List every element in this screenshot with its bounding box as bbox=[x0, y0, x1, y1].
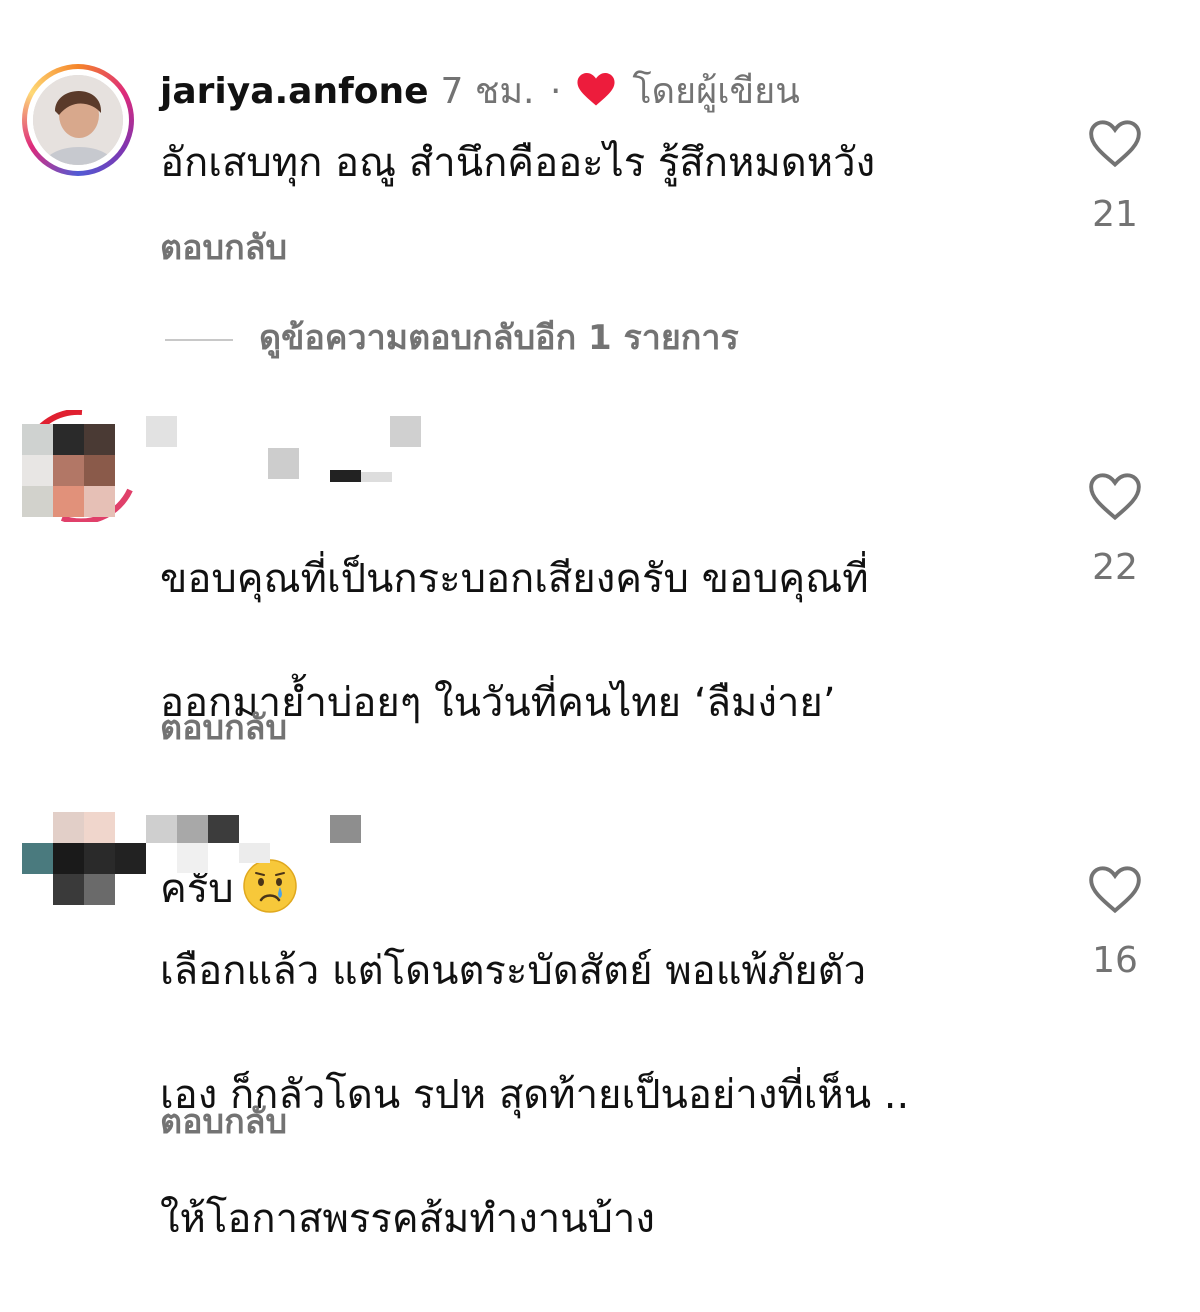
heart-outline-icon[interactable] bbox=[1080, 866, 1150, 918]
comment-text-line: เอง ก็กลัวโดน รปห สุดท้ายเป็นอย่างที่เห็… bbox=[160, 1072, 910, 1118]
comment-text-line: เลือกแล้ว แต่โดนตระบัดสัตย์ พอแพ้ภัยตัว bbox=[160, 948, 867, 994]
like-count: 16 bbox=[1092, 940, 1138, 981]
like-column: 16 bbox=[1080, 866, 1150, 981]
comment-item: เลือกแล้ว แต่โดนตระบัดสัตย์ พอแพ้ภัยตัว … bbox=[0, 0, 1200, 1242]
avatar[interactable] bbox=[22, 812, 146, 924]
comment-text-line: ให้โอกาสพรรคส้มทำงานบ้าง bbox=[160, 1196, 655, 1242]
comment-text: เลือกแล้ว แต่โดนตระบัดสัตย์ พอแพ้ภัยตัว … bbox=[160, 878, 1040, 1312]
reply-button[interactable]: ตอบกลับ bbox=[160, 1094, 287, 1148]
